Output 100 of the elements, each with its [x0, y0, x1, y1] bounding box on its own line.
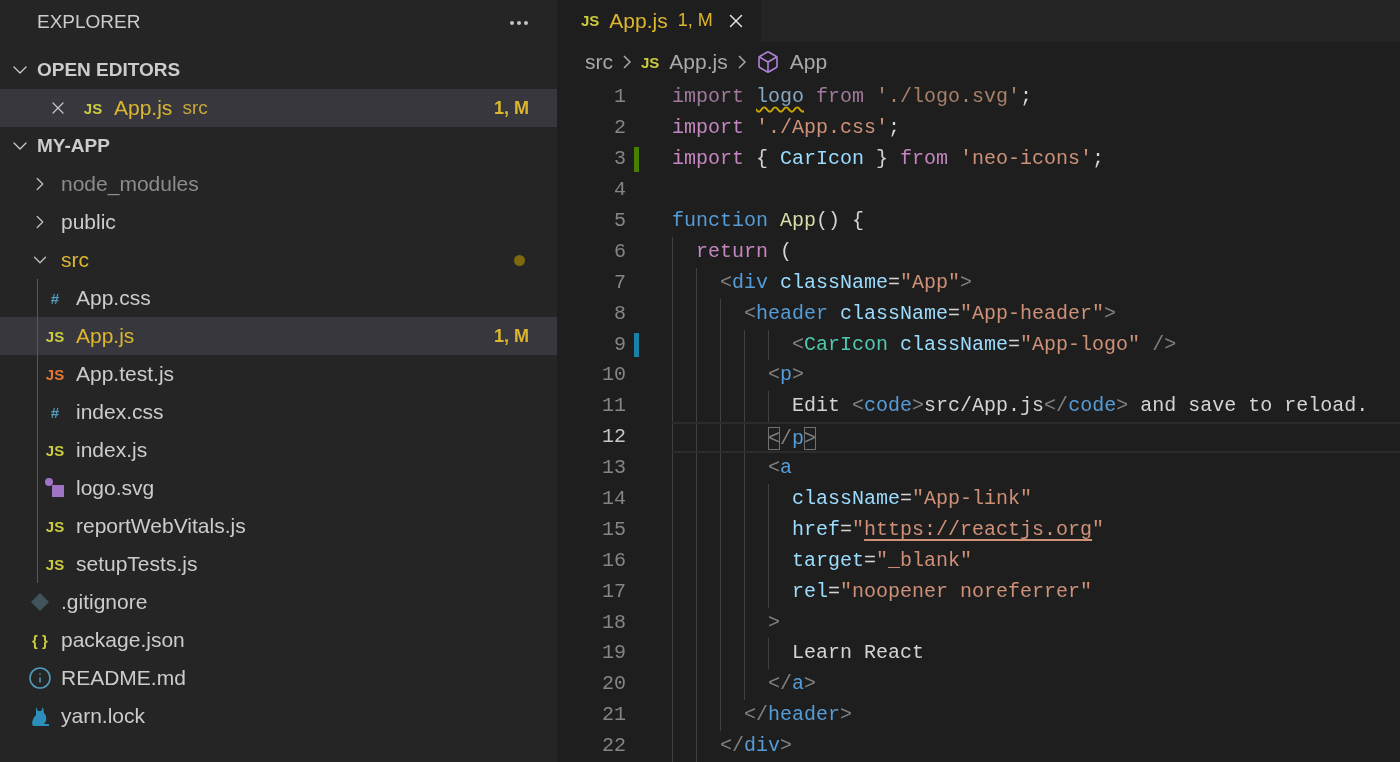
file-name: package.json [61, 627, 185, 654]
code-line: import { CarIcon } from 'neo-icons'; [672, 147, 1105, 171]
js-icon: JS [45, 366, 65, 382]
code-line: </div> [719, 734, 793, 758]
open-editor-row[interactable]: JS App.js src 1, M [0, 89, 557, 127]
line-number: 6 [613, 238, 626, 265]
tab-title: App.js [609, 8, 668, 35]
file-name: App.test.js [76, 361, 175, 388]
code-line: function App() { [672, 208, 865, 232]
status-label: 1, M [677, 9, 713, 33]
code-line: </header> [743, 703, 853, 727]
sidebar-title: EXPLORER [37, 10, 141, 35]
js-icon: JS [45, 328, 65, 344]
hash-icon: # [50, 404, 60, 420]
file-row[interactable]: # App.css [0, 279, 557, 317]
js-icon: JS [641, 54, 660, 70]
folder-row[interactable]: node_modules [0, 165, 557, 203]
line-number: 7 [613, 269, 626, 296]
hash-icon: # [50, 290, 60, 306]
line-number: 22 [601, 733, 626, 760]
file-row[interactable]: README.md [0, 659, 557, 697]
shapes-icon [44, 477, 66, 499]
code-line: rel="noopener noreferrer" [791, 579, 1093, 603]
file-name: App.js [76, 323, 135, 350]
code-line: <div className="App"> [719, 270, 973, 294]
line-number: 13 [601, 455, 626, 482]
code-line: Learn React [791, 641, 925, 665]
line-number: 16 [601, 547, 626, 574]
breadcrumb-item[interactable]: JS App.js [641, 46, 728, 78]
code-line: <CarIcon className="App-logo" /> [791, 332, 1177, 356]
status-label: 1, M [494, 324, 529, 348]
folder-row[interactable]: src [0, 241, 557, 279]
code-line: </p> [767, 427, 817, 451]
line-number: 1 [613, 84, 626, 111]
line-number: 8 [613, 300, 626, 327]
status-label: 1, M [494, 96, 529, 120]
file-row[interactable]: { } package.json [0, 621, 557, 659]
line-number: 5 [613, 207, 626, 234]
code-line: > [767, 610, 781, 634]
diamond-icon [30, 592, 50, 612]
line-number: 20 [601, 671, 626, 698]
file-row[interactable]: # index.css [0, 393, 557, 431]
file-row[interactable]: JS reportWebVitals.js [0, 507, 557, 545]
file-name: .gitignore [61, 589, 148, 616]
code-line: href="https://reactjs.org" [791, 517, 1105, 541]
file-row[interactable]: JS App.js 1, M [0, 317, 557, 355]
braces-icon: { } [32, 632, 48, 648]
line-number: 3 [613, 146, 626, 173]
file-name: index.css [76, 399, 164, 426]
cube-icon [755, 50, 780, 75]
file-name: setupTests.js [76, 551, 198, 578]
js-icon: JS [83, 100, 103, 116]
file-name: index.js [76, 437, 148, 464]
line-number: 4 [613, 177, 626, 204]
line-number: 12 [601, 424, 626, 451]
section-header[interactable]: MY-APP [0, 127, 557, 165]
line-number: 15 [601, 516, 626, 543]
file-name: README.md [61, 665, 186, 692]
js-icon: JS [45, 442, 65, 458]
line-number: 10 [601, 362, 626, 389]
folder-row[interactable]: public [0, 203, 557, 241]
file-row[interactable]: JS App.test.js [0, 355, 557, 393]
file-name: yarn.lock [61, 703, 146, 730]
code-line: import './App.css'; [672, 116, 901, 140]
line-number: 21 [601, 702, 626, 729]
section-header[interactable]: OPEN EDITORS [0, 51, 557, 89]
js-icon: JS [581, 13, 600, 29]
code-line: <header className="App-header"> [743, 301, 1117, 325]
file-name: App.css [76, 285, 151, 312]
code-line: import logo from './logo.svg'; [672, 85, 1033, 109]
js-icon: JS [45, 518, 65, 534]
file-name: App.js [114, 95, 173, 122]
chevron-right-icon [737, 55, 746, 70]
code-line: target="_blank" [791, 548, 973, 572]
editor-tab[interactable]: JS App.js 1, M [557, 0, 761, 42]
code-line: Edit <code>src/App.js</code> and save to reload. [791, 394, 1369, 418]
file-name: reportWebVitals.js [76, 513, 246, 540]
file-row[interactable]: JS setupTests.js [0, 545, 557, 583]
line-number: 18 [601, 609, 626, 636]
line-number: 9 [613, 331, 626, 358]
code-line: className="App-link" [791, 487, 1033, 510]
file-row[interactable]: JS index.js [0, 431, 557, 469]
file-row[interactable]: yarn.lock [0, 697, 557, 735]
cat-icon [30, 705, 50, 727]
file-row[interactable]: logo.svg [0, 469, 557, 507]
code-line: <p> [767, 363, 805, 387]
code-line: </a> [767, 672, 817, 696]
line-number: 19 [601, 640, 626, 667]
file-row[interactable]: .gitignore [0, 583, 557, 621]
breadcrumb-item[interactable]: src [585, 46, 613, 78]
folder-name: node_modules [61, 171, 199, 198]
file-name: logo.svg [76, 475, 155, 502]
code-line: return ( [695, 239, 793, 263]
line-number: 14 [601, 486, 626, 512]
line-number: 11 [601, 393, 626, 420]
folder-name: src [61, 247, 89, 274]
line-number: 2 [613, 115, 626, 142]
folder-hint: src [182, 95, 208, 120]
folder-name: public [61, 209, 116, 236]
breadcrumb-item[interactable]: App [755, 46, 828, 78]
